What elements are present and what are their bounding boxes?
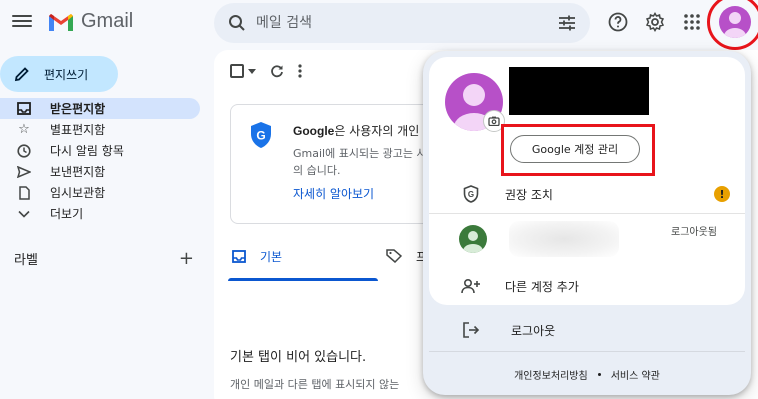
security-label: 권장 조치 <box>505 187 553 202</box>
search-input[interactable] <box>256 15 558 31</box>
app-name: Gmail <box>81 10 134 32</box>
manage-google-account-button[interactable]: Google 계정 관리 <box>510 135 640 163</box>
menu-icon[interactable] <box>12 12 32 32</box>
compose-label: 편지쓰기 <box>44 67 89 82</box>
apps-icon[interactable] <box>680 10 704 34</box>
tab-primary[interactable]: 기본 <box>232 240 282 272</box>
clock-icon <box>16 143 32 158</box>
account-avatar[interactable] <box>719 6 751 38</box>
sidebar-item-label: 더보기 <box>50 207 84 221</box>
privacy-policy-link[interactable]: 개인정보처리방침 <box>514 367 588 382</box>
add-account-row[interactable]: 다른 계정 추가 <box>429 271 745 301</box>
sign-out-label: 로그아웃 <box>511 323 556 338</box>
sign-out-row[interactable]: 로그아웃 <box>423 315 751 345</box>
empty-state-title: 기본 탭이 비어 있습니다. <box>230 350 367 365</box>
promo-title: Google은 사용자의 개인 <box>293 124 420 138</box>
security-shield-icon: G <box>459 185 483 203</box>
sidebar-item-label: 별표편지함 <box>50 123 106 137</box>
divider <box>429 213 745 214</box>
account-menu-footer: 개인정보처리방침 서비스 약관 <box>423 367 751 382</box>
sidebar-item-inbox[interactable]: 받은편지함 <box>0 98 200 119</box>
svg-text:G: G <box>468 190 474 199</box>
svg-text:G: G <box>256 129 265 143</box>
sidebar-item-label: 임시보관함 <box>50 186 106 200</box>
top-bar: Gmail <box>0 0 758 50</box>
compose-button[interactable]: 편지쓰기 <box>0 56 118 92</box>
redacted-account-info <box>509 221 619 257</box>
add-account-label: 다른 계정 추가 <box>505 279 579 294</box>
settings-icon[interactable] <box>643 10 667 34</box>
tab-label: 기본 <box>260 249 283 264</box>
learn-more-link[interactable]: 자세히 알아보기 <box>293 185 374 202</box>
labels-title: 라벨 <box>14 253 38 268</box>
sidebar-nav: 받은편지함 ☆ 별표편지함 다시 알림 항목 보낸편지함 임시보관함 더보기 <box>0 98 200 224</box>
category-tabs: 기본 프 <box>228 240 448 281</box>
google-shield-icon: G <box>251 122 271 148</box>
tag-icon <box>386 249 402 263</box>
redacted-account-name <box>509 67 649 115</box>
other-account-row[interactable]: 로그아웃됨 <box>429 221 745 257</box>
select-all-checkbox[interactable] <box>230 64 256 78</box>
send-icon <box>16 165 32 178</box>
person-silhouette-icon <box>463 231 483 253</box>
sidebar-item-drafts[interactable]: 임시보관함 <box>0 182 200 203</box>
sidebar-item-sent[interactable]: 보낸편지함 <box>0 161 200 182</box>
sidebar-item-label: 다시 알림 항목 <box>50 144 124 158</box>
checkbox-icon <box>230 64 244 78</box>
account-avatar-highlight[interactable] <box>707 0 758 50</box>
star-icon: ☆ <box>18 122 30 137</box>
draft-icon <box>16 185 32 200</box>
pencil-icon <box>14 67 29 82</box>
labels-section: 라벨 + <box>14 248 194 269</box>
inbox-icon <box>16 102 32 115</box>
terms-of-service-link[interactable]: 서비스 약관 <box>611 367 660 382</box>
account-card: Google 계정 관리 G 권장 조치 ! 로그아웃됨 다른 계정 추가 <box>429 57 745 305</box>
sidebar-item-starred[interactable]: ☆ 별표편지함 <box>0 119 200 140</box>
person-silhouette-icon <box>724 12 746 38</box>
mail-toolbar <box>230 64 302 78</box>
search-icon[interactable] <box>228 14 246 32</box>
account-menu: Google 계정 관리 G 권장 조치 ! 로그아웃됨 다른 계정 추가 로그… <box>423 51 751 395</box>
add-person-icon <box>459 278 483 294</box>
gmail-logo[interactable]: Gmail <box>47 10 133 33</box>
caret-down-icon <box>248 68 256 74</box>
sidebar-item-snoozed[interactable]: 다시 알림 항목 <box>0 140 200 161</box>
security-recommendation-row[interactable]: G 권장 조치 ! <box>429 177 745 211</box>
separator-dot <box>597 373 601 376</box>
add-label-button[interactable]: + <box>179 248 194 269</box>
divider <box>429 351 745 352</box>
other-account-avatar <box>459 225 487 253</box>
signed-out-status: 로그아웃됨 <box>671 227 717 238</box>
refresh-icon[interactable] <box>270 64 284 78</box>
active-tab-indicator <box>228 278 378 281</box>
tab-promotions[interactable]: 프 <box>386 240 427 272</box>
inbox-icon <box>232 249 246 263</box>
logout-icon <box>459 322 483 338</box>
sidebar-item-label: 받은편지함 <box>50 102 106 116</box>
more-vert-icon[interactable] <box>298 64 302 78</box>
search-bar[interactable] <box>214 3 590 43</box>
warning-badge-icon: ! <box>714 186 730 202</box>
help-icon[interactable] <box>606 10 630 34</box>
empty-state-subtitle: 개인 메일과 다른 탭에 표시되지 않는 <box>230 378 400 391</box>
gmail-m-icon <box>49 13 73 31</box>
sidebar-item-more[interactable]: 더보기 <box>0 203 200 224</box>
filter-options-icon[interactable] <box>558 15 576 31</box>
chevron-down-icon <box>16 210 32 218</box>
sidebar-item-label: 보낸편지함 <box>50 165 106 179</box>
